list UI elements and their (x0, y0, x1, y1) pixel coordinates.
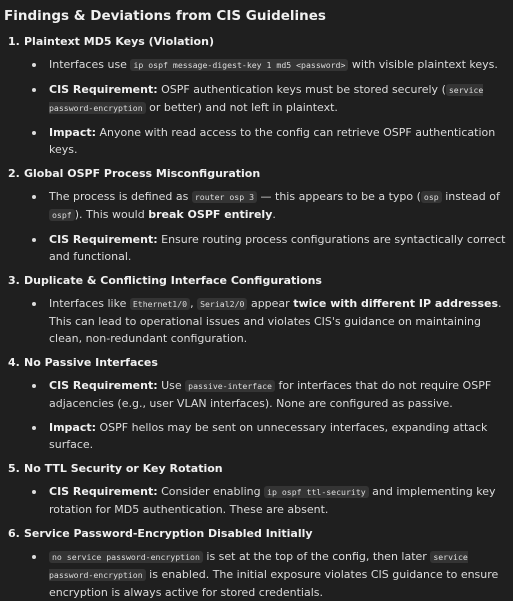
section-ospf-process: 2. Global OSPF Process Misconfiguration … (4, 166, 513, 265)
bullet-label: Impact: (49, 421, 97, 434)
bullet-item: Interfaces like Ethernet1/0, Serial2/0 a… (4, 295, 513, 347)
section-password-encryption: 6. Service Password-Encryption Disabled … (4, 526, 513, 601)
section-heading-text: Service Password-Encryption Disabled Ini… (24, 527, 313, 540)
bullet-emphasis: break OSPF entirely (148, 208, 273, 221)
bullet-item: Impact: Anyone with read access to the c… (4, 124, 513, 158)
section-heading-text: Plaintext MD5 Keys (Violation) (24, 35, 214, 48)
bullet-item: CIS Requirement: Consider enabling ip os… (4, 483, 513, 518)
bullet-text: The process is defined as (49, 190, 192, 203)
inline-code: ospf (49, 209, 75, 221)
bullet-item: Impact: OSPF hellos may be sent on unnec… (4, 419, 513, 453)
bullet-dot-icon (32, 490, 36, 494)
section-heading-text: No Passive Interfaces (24, 356, 158, 369)
inline-code: ip ospf message-digest-key 1 md5 <passwo… (130, 59, 349, 71)
section-number: 4. (8, 356, 20, 369)
inline-code: no service password-encryption (49, 551, 203, 563)
inline-code: passive-interface (185, 380, 275, 392)
bullet-list: Interfaces like Ethernet1/0, Serial2/0 a… (4, 295, 513, 347)
section-number: 2. (8, 167, 20, 180)
section-heading: 4. No Passive Interfaces (8, 355, 513, 371)
section-heading-text: No TTL Security or Key Rotation (24, 462, 223, 475)
section-heading: 6. Service Password-Encryption Disabled … (8, 526, 513, 542)
inline-code: Ethernet1/0 (129, 298, 191, 310)
bullet-dot-icon (32, 88, 36, 92)
bullet-label: Impact: (49, 126, 97, 139)
bullet-dot-icon (32, 195, 36, 199)
bullet-text: OSPF authentication keys must be stored … (157, 83, 446, 96)
bullet-text: Use (157, 379, 186, 392)
bullet-item: Interfaces use ip ospf message-digest-ke… (4, 56, 513, 74)
bullet-text: Interfaces like (49, 297, 130, 310)
bullet-label: CIS Requirement: (49, 485, 158, 498)
document-title: Findings & Deviations from CIS Guideline… (4, 8, 326, 24)
section-heading: 5. No TTL Security or Key Rotation (8, 461, 513, 477)
section-heading-text: Duplicate & Conflicting Interface Config… (24, 274, 322, 287)
findings-document: Findings & Deviations from CIS Guideline… (0, 0, 513, 599)
section-number: 3. (8, 274, 20, 287)
bullet-item: The process is defined as router osp 3 —… (4, 188, 513, 224)
bullet-list: Interfaces use ip ospf message-digest-ke… (4, 56, 513, 158)
bullet-text: ). This would (74, 208, 149, 221)
bullet-text: with visible plaintext keys. (348, 58, 498, 71)
bullet-item: CIS Requirement: Use passive-interface f… (4, 377, 513, 412)
inline-code: osp (420, 191, 442, 203)
inline-code: router osp 3 (191, 191, 258, 203)
bullet-list: The process is defined as router osp 3 —… (4, 188, 513, 265)
bullet-text: is set at the top of the config, then la… (202, 550, 431, 563)
bullet-item: CIS Requirement: OSPF authentication key… (4, 81, 513, 117)
inline-code: Serial2/0 (197, 298, 248, 310)
bullet-text: Anyone with read access to the config ca… (49, 126, 496, 156)
bullet-text: OSPF hellos may be sent on unnecessary i… (49, 421, 488, 451)
bullet-dot-icon (32, 63, 36, 67)
section-number: 5. (8, 462, 20, 475)
bullet-text: Interfaces use (49, 58, 131, 71)
bullet-item: CIS Requirement: Ensure routing process … (4, 231, 513, 265)
bullet-dot-icon (32, 131, 36, 135)
bullet-list: CIS Requirement: Consider enabling ip os… (4, 483, 513, 518)
bullet-list: CIS Requirement: Use passive-interface f… (4, 377, 513, 453)
section-duplicate-interfaces: 3. Duplicate & Conflicting Interface Con… (4, 273, 513, 347)
bullet-text: instead of (441, 190, 500, 203)
bullet-item: no service password-encryption is set at… (4, 548, 513, 601)
bullet-dot-icon (32, 384, 36, 388)
bullet-label: CIS Requirement: (49, 233, 158, 246)
bullet-list: no service password-encryption is set at… (4, 548, 513, 601)
section-ttl-security: 5. No TTL Security or Key Rotation CIS R… (4, 461, 513, 518)
section-heading: 3. Duplicate & Conflicting Interface Con… (8, 273, 513, 289)
bullet-label: CIS Requirement: (49, 83, 158, 96)
section-passive-interfaces: 4. No Passive Interfaces CIS Requirement… (4, 355, 513, 453)
section-plaintext-md5: 1. Plaintext MD5 Keys (Violation) Interf… (4, 34, 513, 158)
section-number: 6. (8, 527, 20, 540)
bullet-label: CIS Requirement: (49, 379, 158, 392)
bullet-text: Consider enabling (157, 485, 265, 498)
bullet-text: appear (247, 297, 294, 310)
section-heading: 1. Plaintext MD5 Keys (Violation) (8, 34, 513, 50)
section-heading-text: Global OSPF Process Misconfiguration (24, 167, 261, 180)
section-number: 1. (8, 35, 20, 48)
bullet-text: — this appears to be a typo ( (257, 190, 421, 203)
section-heading: 2. Global OSPF Process Misconfiguration (8, 166, 513, 182)
bullet-dot-icon (32, 426, 36, 430)
bullet-emphasis: twice with different IP addresses (293, 297, 499, 310)
inline-code: ip ospf ttl-security (264, 486, 369, 498)
bullet-text: or better) and not left in plaintext. (145, 101, 338, 114)
bullet-dot-icon (32, 238, 36, 242)
bullet-text: . (272, 208, 276, 221)
bullet-dot-icon (32, 555, 36, 559)
bullet-dot-icon (32, 302, 36, 306)
